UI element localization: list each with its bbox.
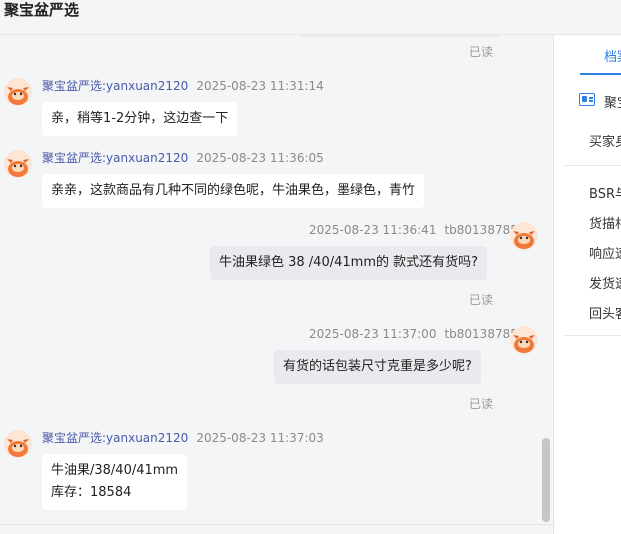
buyer-avatar-icon xyxy=(510,222,538,250)
message-text: 有货的话包装尺寸克重是多少呢? xyxy=(283,359,472,374)
message-bubble[interactable]: 牛油果绿色 38 /40/41mm的 款式还有货吗? xyxy=(210,246,488,280)
panel-item: BSR与 xyxy=(589,187,621,202)
page-title: 聚宝盆严选 xyxy=(4,1,80,19)
panel-item: 发货速 xyxy=(589,277,621,292)
panel-item: 响应速 xyxy=(589,247,621,262)
message-text: 亲亲，这款商品有几种不同的绿色呢，牛油果色，墨绿色，青竹 xyxy=(51,183,416,198)
panel-item: 货描相 xyxy=(589,217,621,232)
active-tab-indicator xyxy=(580,73,621,75)
shop-avatar-icon xyxy=(4,150,32,178)
panel-divider xyxy=(564,165,621,166)
message-bubble[interactable]: 亲亲，这款商品有几种不同的绿色呢，牛油果色，墨绿色，青竹 xyxy=(42,174,425,208)
message-meta: 2025-08-23 11:36:41 tb801387856 xyxy=(309,222,526,238)
read-receipt: 已读 xyxy=(469,45,494,59)
message-text: 库存：18584 xyxy=(51,485,132,500)
previous-message-bubble xyxy=(300,35,500,37)
sender-name: 聚宝盆严选:yanxuan2120 xyxy=(42,431,189,445)
message-meta: 聚宝盆严选:yanxuan2120 2025-08-23 11:31:14 xyxy=(42,78,324,94)
shop-avatar-icon xyxy=(4,430,32,458)
message-meta: 聚宝盆严选:yanxuan2120 2025-08-23 11:36:05 xyxy=(42,150,324,166)
right-panel: 档案 聚宝 买家身 BSR与 货描相 响应速 发货速 回头客 xyxy=(553,35,621,534)
read-receipt: 已读 xyxy=(469,397,494,411)
panel-divider xyxy=(564,335,621,336)
message-time: 2025-08-23 11:31:14 xyxy=(196,79,324,93)
sender-name: 聚宝盆严选:yanxuan2120 xyxy=(42,151,189,165)
chat-divider xyxy=(0,524,553,525)
message-bubble[interactable]: 亲，稍等1-2分钟，这边查一下 xyxy=(42,102,238,136)
message-bubble[interactable]: 有货的话包装尺寸克重是多少呢? xyxy=(274,350,481,384)
message-text: 牛油果/38/40/41mm xyxy=(51,463,179,478)
message-time: 2025-08-23 11:37:03 xyxy=(196,431,324,445)
buyer-identity-row: 买家身 xyxy=(589,135,621,150)
message-bubble[interactable]: 牛油果/38/40/41mm 库存：18584 xyxy=(42,454,188,510)
message-meta: 2025-08-23 11:37:00 tb801387856 xyxy=(309,326,526,342)
shop-name: 聚宝 xyxy=(604,96,621,111)
message-time: 2025-08-23 11:37:00 xyxy=(309,327,437,341)
message-meta: 聚宝盆严选:yanxuan2120 2025-08-23 11:37:03 xyxy=(42,430,324,446)
message-time: 2025-08-23 11:36:41 xyxy=(309,223,437,237)
message-text: 牛油果绿色 38 /40/41mm的 款式还有货吗? xyxy=(219,255,479,270)
chat-scrollbar[interactable] xyxy=(542,438,550,522)
tab-archive[interactable]: 档案 xyxy=(604,46,621,65)
top-bar: 聚宝盆严选 xyxy=(0,0,621,35)
id-card-icon xyxy=(579,93,595,106)
chat-message-list[interactable]: 已读 聚宝盆严选:yanxuan2120 2025-08-23 11:31:14 … xyxy=(0,35,553,525)
message-time: 2025-08-23 11:36:05 xyxy=(196,151,324,165)
sender-name: 聚宝盆严选:yanxuan2120 xyxy=(42,79,189,93)
panel-item: 回头客 xyxy=(589,307,621,322)
buyer-avatar-icon xyxy=(510,326,538,354)
message-text: 亲，稍等1-2分钟，这边查一下 xyxy=(51,111,229,126)
shop-avatar-icon xyxy=(4,78,32,106)
read-receipt: 已读 xyxy=(469,293,494,307)
